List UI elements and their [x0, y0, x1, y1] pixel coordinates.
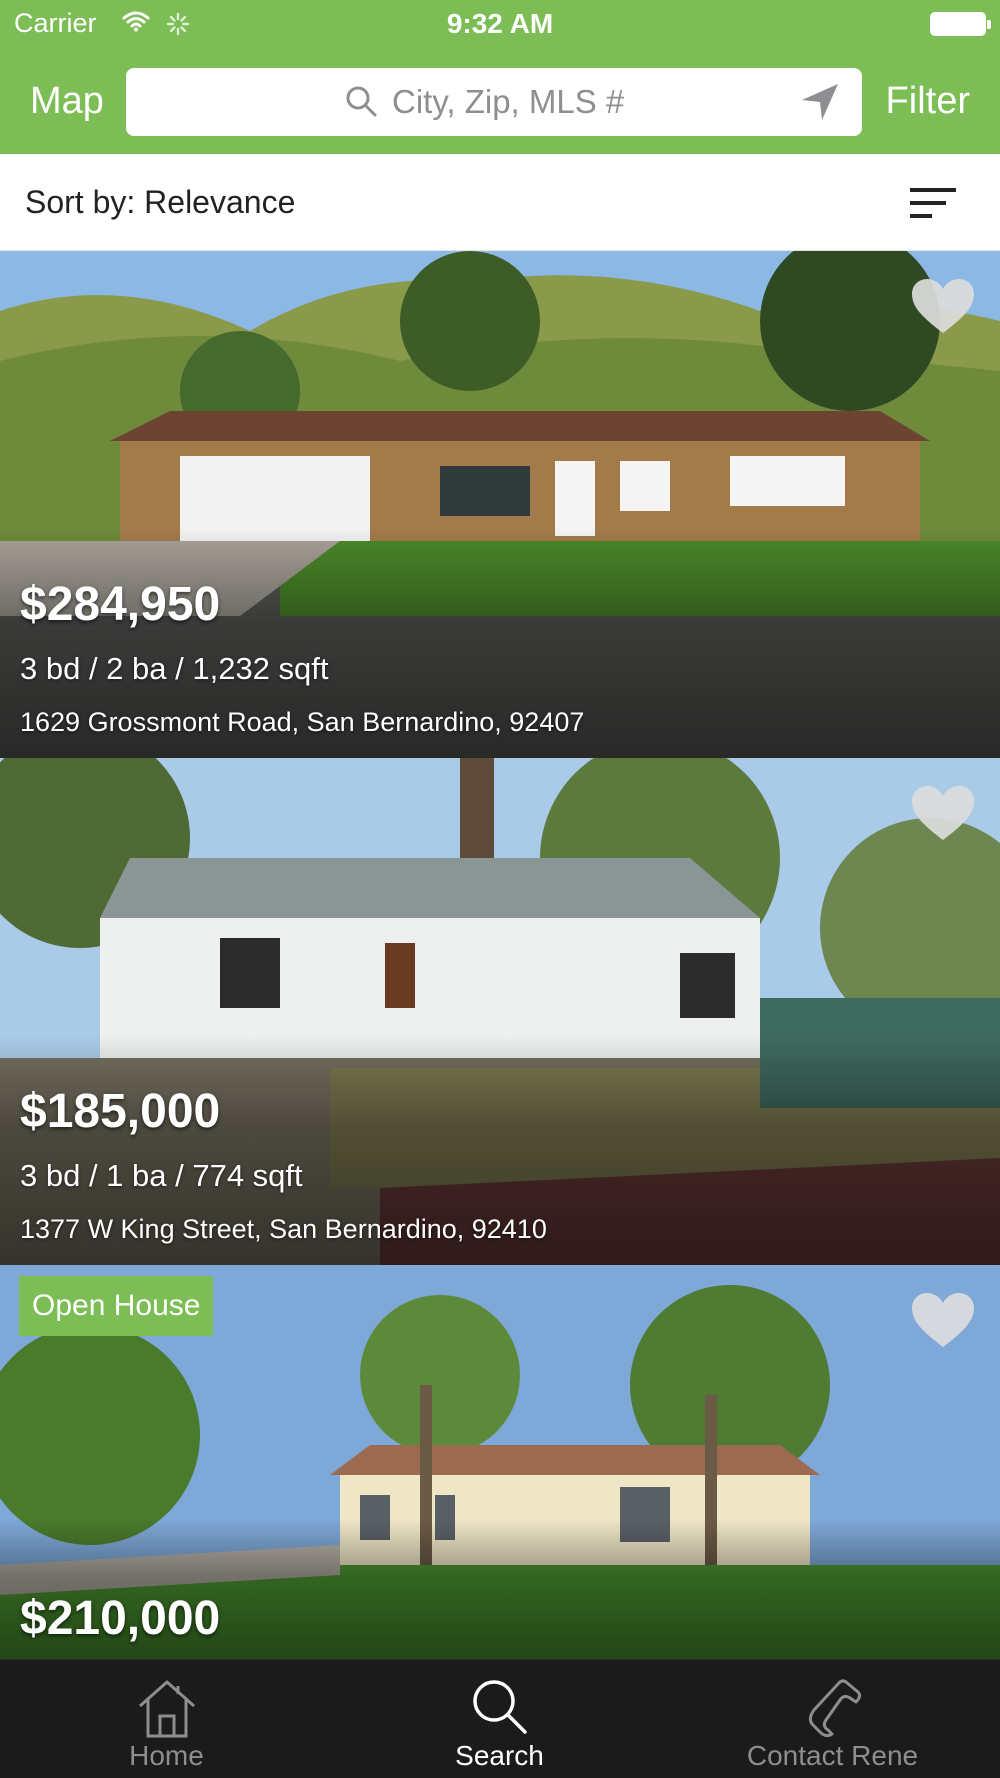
favorite-heart-icon[interactable] [910, 1291, 976, 1354]
listing-address: 1377 W King Street, San Bernardino, 9241… [20, 1214, 547, 1244]
listing-card[interactable]: $284,950 3 bd / 2 ba / 1,232 sqft 1629 G… [0, 251, 1000, 758]
listing-address: 1629 Grossmont Road, San Bernardino, 924… [20, 707, 585, 737]
phone-icon [808, 1679, 861, 1738]
listing-card[interactable]: Open House $210,000 [0, 1265, 1000, 1659]
open-house-badge: Open House [19, 1276, 214, 1336]
listing-card[interactable]: $185,000 3 bd / 1 ba / 774 sqft 1377 W K… [0, 758, 1000, 1265]
search-icon [472, 1680, 527, 1734]
listing-price: $210,000 [20, 1592, 221, 1645]
filter-button[interactable]: Filter [886, 80, 970, 123]
favorite-heart-icon[interactable] [910, 277, 976, 340]
listing-specs: 3 bd / 2 ba / 1,232 sqft [20, 651, 329, 686]
nav-bar: Map Filter [0, 50, 1000, 154]
listing-specs: 3 bd / 1 ba / 774 sqft [20, 1158, 303, 1193]
tab-search-label: Search [455, 1740, 544, 1771]
tab-search[interactable]: Search [333, 1660, 666, 1778]
sort-bar[interactable]: Sort by: Relevance [0, 154, 1000, 251]
search-input[interactable] [392, 78, 772, 126]
search-box[interactable] [126, 68, 862, 136]
tab-bar: Home Search Contact Rene [0, 1659, 1000, 1778]
tab-contact[interactable]: Contact Rene [666, 1660, 999, 1778]
tab-contact-label: Contact Rene [746, 1740, 919, 1771]
status-time: 9:32 AM [446, 8, 554, 39]
battery-icon [930, 12, 991, 36]
favorite-heart-icon[interactable] [910, 784, 976, 847]
search-icon [344, 84, 378, 123]
location-arrow-icon[interactable] [800, 82, 840, 127]
listing-price: $185,000 [20, 1085, 221, 1138]
tab-home[interactable]: Home [0, 1660, 333, 1778]
sort-label: Sort by: Relevance [25, 184, 296, 220]
map-button[interactable]: Map [30, 80, 104, 123]
listing-price: $284,950 [20, 578, 221, 631]
sort-icon[interactable] [910, 188, 956, 225]
house-icon [138, 1680, 195, 1738]
tab-home-label: Home [129, 1740, 204, 1771]
status-bar: Carrier 9:32 AM [0, 0, 1000, 50]
